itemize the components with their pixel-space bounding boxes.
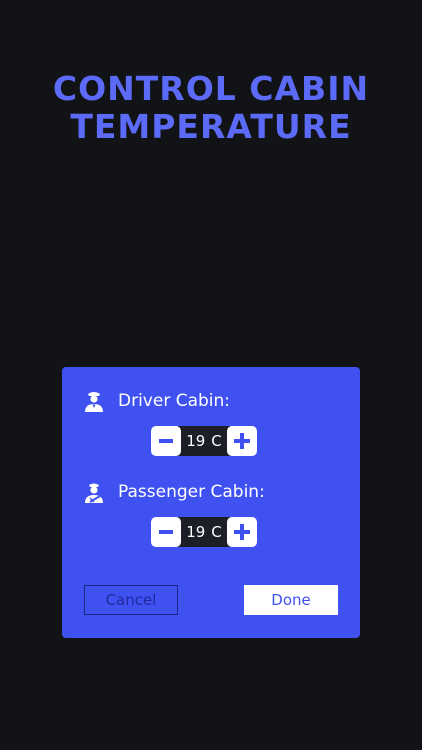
passenger-increase-button[interactable]: [227, 517, 257, 547]
plus-icon: [234, 433, 250, 449]
passenger-temp-unit: C: [211, 523, 222, 541]
minus-icon: [159, 530, 173, 534]
driver-cabin-label: Driver Cabin:: [118, 391, 231, 411]
driver-temperature-stepper[interactable]: 19 C: [151, 426, 257, 456]
passenger-decrease-button[interactable]: [151, 517, 181, 547]
plus-icon: [234, 524, 250, 540]
cancel-button[interactable]: Cancel: [84, 585, 178, 615]
driver-decrease-button[interactable]: [151, 426, 181, 456]
minus-icon: [159, 439, 173, 443]
passenger-temperature-value: 19 C: [178, 517, 230, 547]
done-button[interactable]: Done: [244, 585, 338, 615]
passenger-temperature-stepper[interactable]: 19 C: [151, 517, 257, 547]
driver-temperature-value: 19 C: [178, 426, 230, 456]
driver-temp-unit: C: [211, 432, 222, 450]
page-title: CONTROL CABIN TEMPERATURE: [0, 70, 422, 146]
driver-icon: [82, 389, 106, 413]
passenger-temp-number: 19: [186, 523, 206, 541]
passenger-cabin-label: Passenger Cabin:: [118, 482, 265, 502]
page-title-line-1: CONTROL CABIN: [52, 69, 370, 108]
driver-increase-button[interactable]: [227, 426, 257, 456]
driver-temp-number: 19: [186, 432, 206, 450]
passenger-icon: [82, 480, 106, 504]
passenger-cabin-row: Passenger Cabin:: [82, 480, 265, 504]
page-title-line-2: TEMPERATURE: [70, 107, 352, 146]
temperature-dialog: Driver Cabin: 19 C Passenger Cabin: 19 C…: [62, 367, 360, 638]
driver-cabin-row: Driver Cabin:: [82, 389, 230, 413]
